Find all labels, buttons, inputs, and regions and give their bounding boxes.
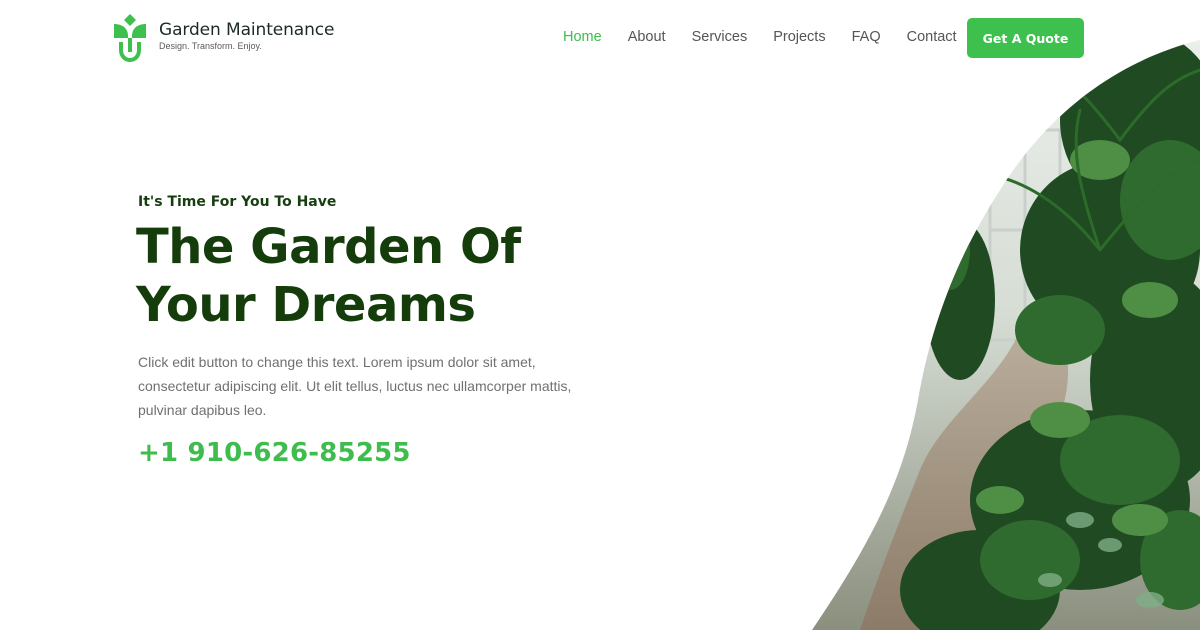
get-a-quote-button[interactable]: Get A Quote xyxy=(967,18,1084,58)
nav-item-contact[interactable]: Contact xyxy=(907,28,957,46)
nav-item-about[interactable]: About xyxy=(628,28,666,46)
nav-item-faq[interactable]: FAQ xyxy=(852,28,881,46)
phone-number[interactable]: +1 910-626-85255 xyxy=(138,438,411,468)
brand-name: Garden Maintenance xyxy=(159,20,335,40)
hero-headline-line2: Your Dreams xyxy=(136,277,476,333)
nav-item-home[interactable]: Home xyxy=(563,28,602,46)
hero-headline-line1: The Garden Of xyxy=(136,219,521,275)
brand-tagline: Design. Transform. Enjoy. xyxy=(159,41,262,51)
hero-description-line2: consectetur adipiscing elit. Ut elit tel… xyxy=(138,378,572,394)
brand-logo[interactable]: Garden Maintenance Design. Transform. En… xyxy=(112,14,334,62)
main-nav: Home About Services Projects FAQ Contact xyxy=(563,28,983,46)
leaf-shovel-icon xyxy=(114,14,146,62)
hero-description: Click edit button to change this text. L… xyxy=(138,350,578,422)
hero-description-line3: pulvinar dapibus leo. xyxy=(138,402,267,418)
nav-item-projects[interactable]: Projects xyxy=(773,28,825,46)
hero-headline: The Garden Of Your Dreams xyxy=(136,218,616,334)
hero-eyebrow: It's Time For You To Have xyxy=(138,194,337,210)
nav-item-services[interactable]: Services xyxy=(692,28,748,46)
hero-description-line1: Click edit button to change this text. L… xyxy=(138,354,536,370)
